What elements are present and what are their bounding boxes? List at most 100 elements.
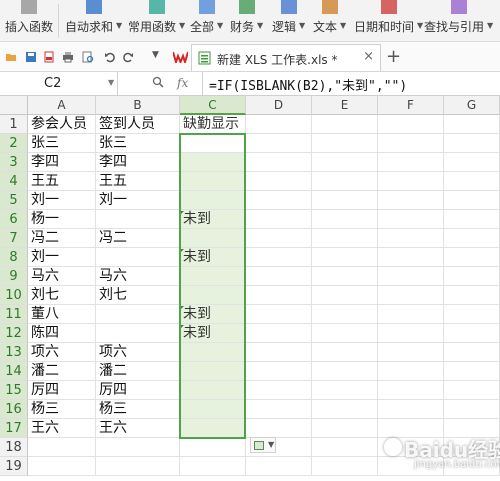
cell-empty[interactable] [444,343,500,362]
cell-empty[interactable] [312,419,378,438]
cell-c9[interactable] [180,267,246,286]
cell-empty[interactable] [444,267,500,286]
cell-empty[interactable] [444,210,500,229]
cell-a8[interactable]: 刘一 [28,248,96,267]
cell-a19[interactable] [28,457,96,476]
cell-empty[interactable] [246,267,312,286]
cell-empty[interactable] [246,343,312,362]
document-tab[interactable]: 新建 XLS 工作表.xls * × [191,44,381,71]
column-header-d[interactable]: D [246,96,312,115]
cell-empty[interactable] [444,400,500,419]
row-header[interactable]: 4 [0,172,28,191]
cell-c10[interactable] [180,286,246,305]
cell-empty[interactable] [312,305,378,324]
cell-empty[interactable] [378,400,444,419]
cell-a3[interactable]: 李四 [28,153,96,172]
cell-c8[interactable]: 未到 [180,248,246,267]
cell-c19[interactable] [180,457,246,476]
cell-empty[interactable] [312,343,378,362]
cell-empty[interactable] [246,286,312,305]
row-header[interactable]: 11 [0,305,28,324]
cell-empty[interactable] [378,267,444,286]
row-header[interactable]: 8 [0,248,28,267]
cell-c14[interactable] [180,362,246,381]
cell-b10[interactable]: 刘七 [96,286,180,305]
cell-c12[interactable]: 未到 [180,324,246,343]
cell-empty[interactable] [246,305,312,324]
cell-a13[interactable]: 项六 [28,343,96,362]
cell-a15[interactable]: 厉四 [28,381,96,400]
open-folder-icon[interactable] [5,51,17,63]
cell-a18[interactable] [28,438,96,457]
cell-empty[interactable] [378,343,444,362]
print-icon[interactable] [62,51,74,63]
paste-options-button[interactable]: ▼ [250,437,276,453]
cell-empty[interactable] [312,134,378,153]
cell-empty[interactable] [312,229,378,248]
row-header[interactable]: 3 [0,153,28,172]
row-header[interactable]: 12 [0,324,28,343]
cell-empty[interactable] [312,381,378,400]
print-preview-icon[interactable] [82,51,94,63]
cell-empty[interactable] [312,172,378,191]
cell-empty[interactable] [444,362,500,381]
column-header-c[interactable]: C [180,96,246,115]
cell-empty[interactable] [246,362,312,381]
cell-b14[interactable]: 潘二 [96,362,180,381]
row-header[interactable]: 10 [0,286,28,305]
cell-empty[interactable] [246,248,312,267]
cell-a7[interactable]: 冯二 [28,229,96,248]
cell-empty[interactable] [246,134,312,153]
cell-empty[interactable] [378,153,444,172]
row-header[interactable]: 9 [0,267,28,286]
cell-empty[interactable] [246,172,312,191]
new-tab-button[interactable]: + [386,46,401,67]
row-header[interactable]: 16 [0,400,28,419]
export-pdf-icon[interactable] [43,51,55,63]
chevron-down-icon[interactable]: ▼ [340,21,346,30]
cell-empty[interactable] [378,305,444,324]
cell-empty[interactable] [378,248,444,267]
chevron-down-icon[interactable]: ▼ [116,21,122,30]
row-header[interactable]: 1 [0,115,28,134]
cell-empty[interactable] [378,172,444,191]
cell-empty[interactable] [444,134,500,153]
cell-empty[interactable] [312,248,378,267]
cell-b18[interactable] [96,438,180,457]
row-header[interactable]: 6 [0,210,28,229]
row-header[interactable]: 19 [0,457,28,476]
cell-c6[interactable]: 未到 [180,210,246,229]
cell-b1[interactable]: 签到人员 [96,115,180,134]
formula-input[interactable]: =IF(ISBLANK(B2),"未到","") [202,72,500,95]
cell-a12[interactable]: 陈四 [28,324,96,343]
row-header[interactable]: 7 [0,229,28,248]
cell-empty[interactable] [312,286,378,305]
function-fx-icon[interactable]: fx [177,76,188,90]
cell-c17[interactable] [180,419,246,438]
cell-b16[interactable]: 杨三 [96,400,180,419]
cell-b7[interactable]: 冯二 [96,229,180,248]
cell-empty[interactable] [444,381,500,400]
cell-empty[interactable] [378,286,444,305]
cell-a16[interactable]: 杨三 [28,400,96,419]
cell-empty[interactable] [378,210,444,229]
row-header[interactable]: 18 [0,438,28,457]
cell-c4[interactable] [180,172,246,191]
cell-c7[interactable] [180,229,246,248]
cell-empty[interactable] [378,362,444,381]
row-header[interactable]: 2 [0,134,28,153]
cell-b19[interactable] [96,457,180,476]
cell-empty[interactable] [378,381,444,400]
cell-a9[interactable]: 马六 [28,267,96,286]
cell-c3[interactable] [180,153,246,172]
cell-empty[interactable] [378,229,444,248]
column-header-f[interactable]: F [378,96,444,115]
cell-b12[interactable] [96,324,180,343]
cell-a2[interactable]: 张三 [28,134,96,153]
cell-empty[interactable] [246,324,312,343]
cell-empty[interactable] [312,210,378,229]
row-header[interactable]: 17 [0,419,28,438]
cell-empty[interactable] [378,191,444,210]
wps-logo-icon[interactable] [173,51,188,63]
cell-empty[interactable] [444,191,500,210]
